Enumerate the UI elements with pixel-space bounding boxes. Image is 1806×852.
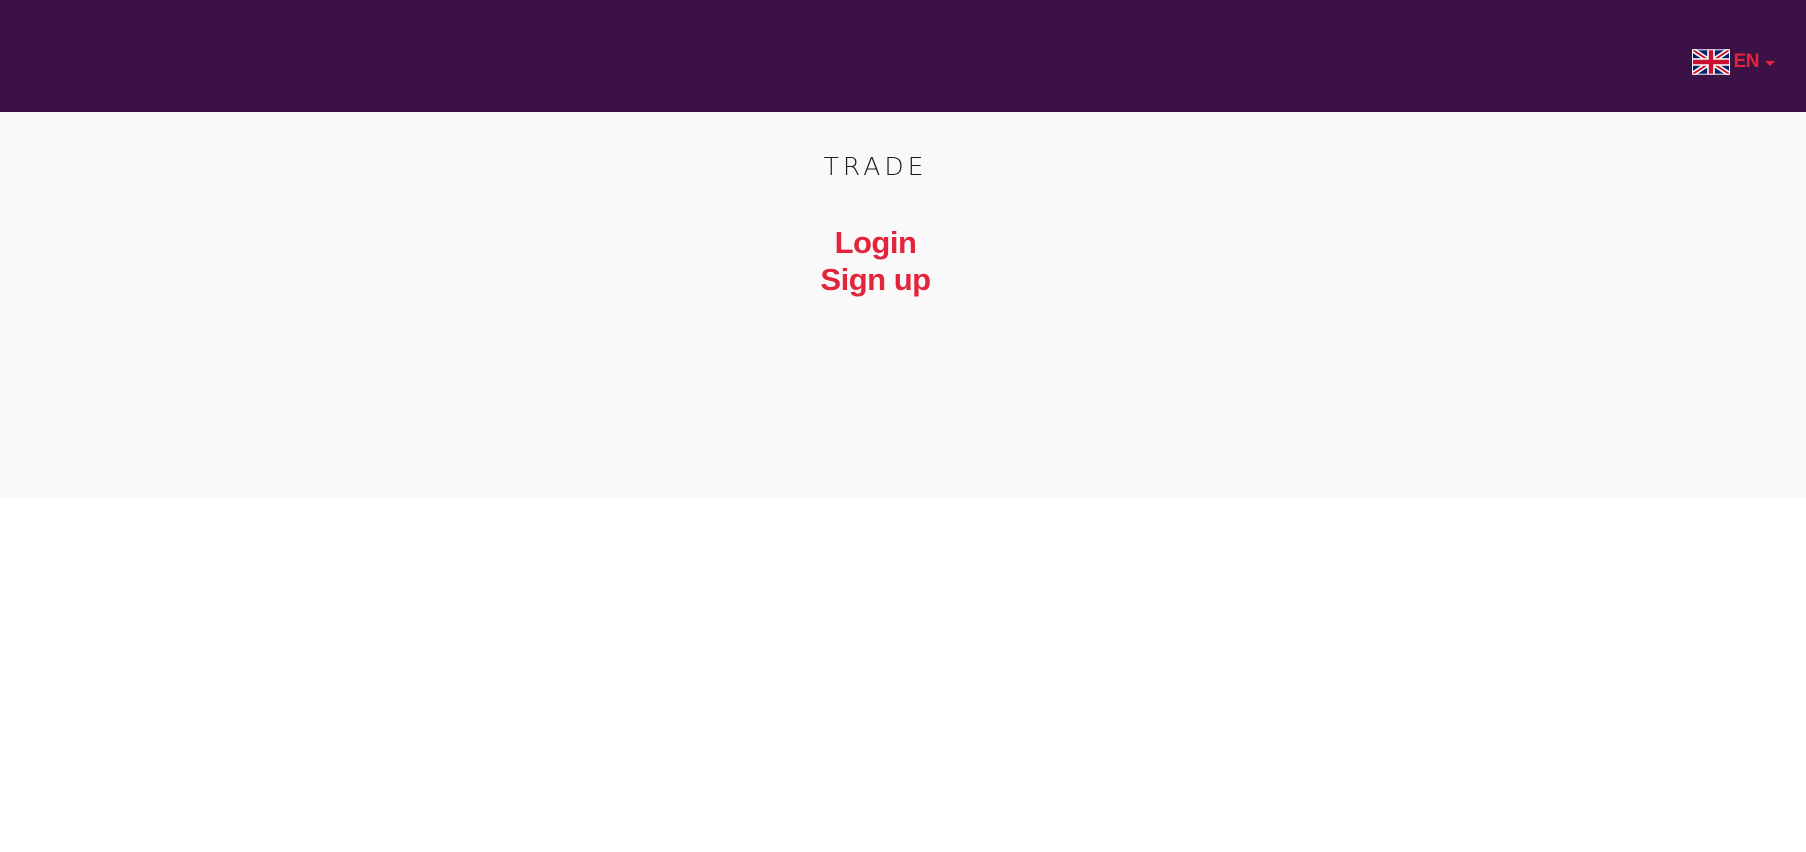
- page-title: TRADE: [823, 152, 928, 181]
- language-switcher[interactable]: EN: [1691, 49, 1775, 75]
- language-label: EN: [1733, 51, 1760, 72]
- login-link[interactable]: Login: [0, 224, 1751, 261]
- main-content: TRADE Login Sign up: [0, 112, 1806, 498]
- top-header: EN: [0, 0, 1806, 112]
- uk-flag-icon: [1691, 49, 1730, 75]
- signup-link[interactable]: Sign up: [0, 261, 1751, 298]
- auth-links: Login Sign up: [0, 224, 1751, 298]
- caret-down-icon: [1765, 60, 1775, 66]
